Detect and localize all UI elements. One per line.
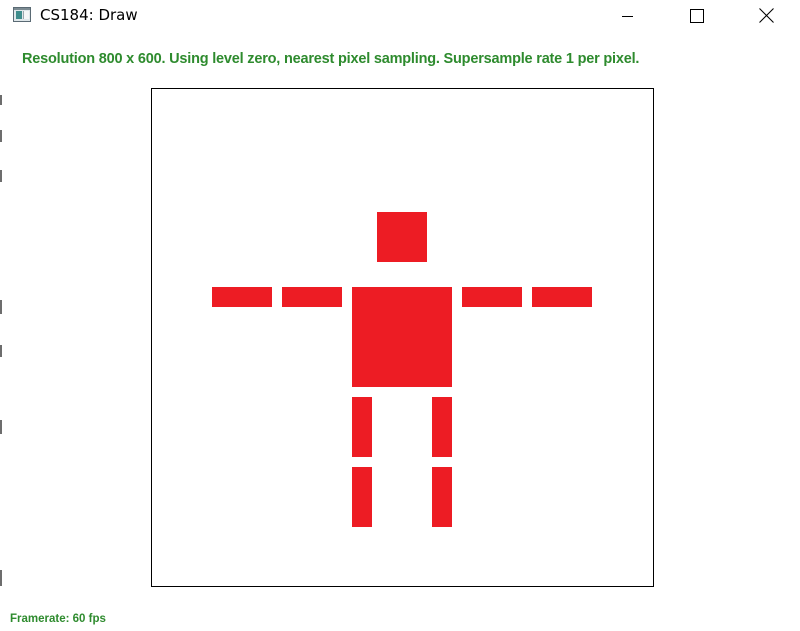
figure-right-arm-inner: [462, 287, 522, 307]
close-button[interactable]: [743, 0, 789, 31]
title-bar[interactable]: CS184: Draw: [0, 0, 800, 31]
figure-left-arm-outer: [212, 287, 272, 307]
maximize-button[interactable]: [674, 0, 720, 31]
edge-artifact: [0, 300, 2, 314]
figure-right-leg-lower: [432, 467, 452, 527]
edge-artifact: [0, 130, 2, 142]
edge-artifact: [0, 420, 2, 434]
figure-right-leg-upper: [432, 397, 452, 457]
edge-artifact: [0, 95, 2, 105]
figure-right-arm-outer: [532, 287, 592, 307]
figure-left-leg-upper: [352, 397, 372, 457]
minimize-icon: [622, 15, 633, 17]
figure-torso: [352, 287, 452, 387]
app-window-icon: [13, 7, 31, 22]
edge-artifact: [0, 345, 2, 357]
minimize-button[interactable]: [605, 0, 651, 31]
edge-artifact: [0, 570, 2, 586]
window-title: CS184: Draw: [40, 6, 138, 24]
close-icon: [758, 8, 774, 23]
drawing-canvas[interactable]: [151, 88, 654, 587]
figure-left-arm-inner: [282, 287, 342, 307]
app-window: CS184: Draw Resolution 800 x 600. Using …: [0, 0, 800, 631]
figure-head: [377, 212, 427, 262]
stick-figure-drawing: [212, 212, 592, 527]
edge-artifact: [0, 170, 2, 182]
figure-left-leg-lower: [352, 467, 372, 527]
framerate-text: Framerate: 60 fps: [10, 613, 106, 625]
status-text: Resolution 800 x 600. Using level zero, …: [22, 51, 640, 67]
maximize-icon: [690, 8, 704, 23]
